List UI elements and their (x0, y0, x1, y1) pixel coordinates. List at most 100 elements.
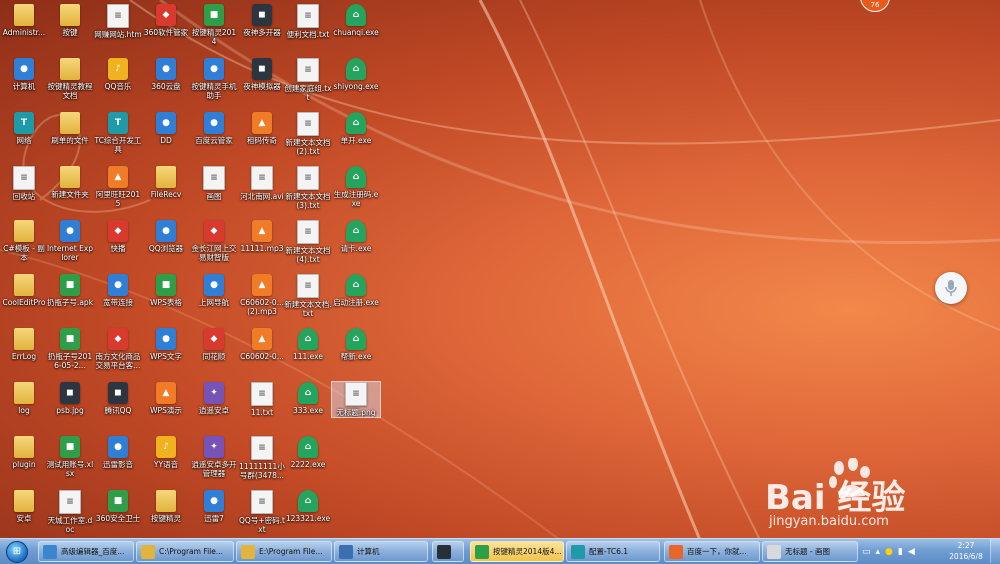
desktop-icon[interactable]: ■ 测试用账号.xlsx (46, 436, 94, 478)
taskbar-clock[interactable]: 2:27 2016/6/8 (946, 540, 986, 563)
desktop-icon[interactable]: ● WPS文字 (142, 328, 190, 361)
desktop-icon[interactable]: ≡ 天城工作室.doc (46, 490, 94, 534)
desktop-icon[interactable]: ◼ 夜神多开器 (238, 4, 286, 37)
desktop-icon[interactable]: 按键 (46, 4, 94, 37)
desktop-icon[interactable]: ♪ QQ音乐 (94, 58, 142, 91)
desktop-icon[interactable]: ✦ 逍遥安卓多开管理器 (190, 436, 238, 478)
desktop-icon[interactable]: ⌂ 启动注册.exe (332, 274, 380, 307)
security-shield-icon[interactable]: ● (885, 547, 893, 557)
desktop-icon[interactable]: ◆ 金长江网上交易财智版 (190, 220, 238, 262)
desktop-icon[interactable]: ● 迅雷影音 (94, 436, 142, 469)
taskbar-button[interactable]: C:\Program File... (136, 541, 234, 562)
network-status-icon[interactable]: ▮ (898, 547, 903, 557)
desktop-icon[interactable]: ≡ 新建文本文档.txt (284, 274, 332, 318)
desktop-icon[interactable]: log (0, 382, 48, 415)
taskbar-button[interactable]: 高级编辑器_百度... (38, 541, 134, 562)
desktop-icon[interactable]: ≡ 画图 (190, 166, 238, 201)
desktop-icon[interactable]: ▲ WPS演示 (142, 382, 190, 415)
desktop-icon[interactable]: ● 360云盘 (142, 58, 190, 91)
desktop-icon[interactable]: ⌂ 333.exe (284, 382, 332, 415)
desktop-icon[interactable]: ≡ 无标题.png (331, 381, 381, 418)
desktop-icon[interactable]: ◆ 360软件管家 (142, 4, 190, 37)
desktop-icon[interactable]: ≡ 河北南网.avi (238, 166, 286, 201)
desktop-icon[interactable]: ■ WPS表格 (142, 274, 190, 307)
desktop-icon[interactable]: ≡ 创建家庭组.txt (284, 58, 332, 102)
desktop-icon[interactable]: ▲ C60602-0...(2).mp3 (238, 274, 286, 316)
desktop-icon[interactable]: ⌂ 生成注册码.exe (332, 166, 380, 208)
desktop-icon[interactable]: ⌂ 2222.exe (284, 436, 332, 469)
desktop-icon[interactable]: ◼ 腾讯QQ (94, 382, 142, 415)
desktop-icon[interactable]: ● Internet Explorer (46, 220, 94, 262)
desktop-icon[interactable]: ≡ 新建文本文档(4).txt (284, 220, 332, 264)
qq-icon: ◼ (108, 382, 128, 404)
taskbar-button[interactable] (432, 541, 464, 562)
desktop-icon[interactable]: ▲ C60602-0... (238, 328, 286, 361)
desktop-icon[interactable]: 新建文件夹 (46, 166, 94, 199)
desktop-icon[interactable]: ▲ 阿里旺旺2015 (94, 166, 142, 208)
desktop-icon[interactable]: ● 按键精灵手机助手 (190, 58, 238, 100)
desktop-icon[interactable]: C#模板 - 副本 (0, 220, 48, 262)
desktop-icon[interactable]: FileRecv (142, 166, 190, 199)
desktop-icon[interactable]: ≡ QQ号+密码.txt (238, 490, 286, 534)
show-desktop-button[interactable] (990, 539, 1000, 563)
taskbar-button[interactable]: 配置-TC6.1 (566, 541, 660, 562)
desktop-icon[interactable]: ≡ 便利文档.txt (284, 4, 332, 39)
desktop-icon[interactable]: T TC综合开发工具 (94, 112, 142, 154)
notification-badge[interactable]: 76 (860, 0, 890, 12)
desktop-icon[interactable]: ● 百度云管家 (190, 112, 238, 145)
desktop-icon-label: 逍遥安卓多开管理器 (191, 460, 237, 478)
desktop-icon[interactable]: ■ 360安全卫士 (94, 490, 142, 523)
desktop-icon[interactable]: 按键精灵教程文档 (46, 58, 94, 100)
taskbar-button[interactable]: 无标题 - 画图 (762, 541, 858, 562)
desktop-icon[interactable]: ≡ 网赚网站.htm (94, 4, 142, 39)
desktop-icon[interactable]: ▲ 租码传奇 (238, 112, 286, 145)
desktop-icon[interactable]: ≡ 新建文本文档(3).txt (284, 166, 332, 210)
desktop-icon[interactable]: ErrLog (0, 328, 48, 361)
desktop-icon[interactable]: CoolEditPro (0, 274, 48, 307)
desktop-icon[interactable]: ⌂ 111.exe (284, 328, 332, 361)
desktop-icon[interactable]: ✦ 逍遥安卓 (190, 382, 238, 415)
desktop-icon[interactable]: ◼ psb.jpg (46, 382, 94, 415)
start-button[interactable]: ⊞ (2, 540, 32, 564)
desktop-icon[interactable]: ⌂ 单开.exe (332, 112, 380, 145)
desktop-icon[interactable]: ● 上网导航 (190, 274, 238, 307)
desktop-icon[interactable]: ● 宽带连接 (94, 274, 142, 307)
desktop-icon[interactable]: plugin (0, 436, 48, 469)
desktop-icon[interactable]: ■ 按键精灵2014 (190, 4, 238, 46)
chevron-up-icon[interactable]: ▴ (876, 547, 881, 557)
microphone-button[interactable] (935, 272, 967, 304)
desktop-icon[interactable]: 刷单的文件 (46, 112, 94, 145)
keyboard-icon[interactable]: ▭ (862, 547, 871, 557)
desktop-icon[interactable]: ≡ 回收站 (0, 166, 48, 201)
desktop-icon[interactable]: ≡ 11111111小号群(3478... (238, 436, 286, 480)
desktop-icon[interactable]: ■ 扔瓶子号.apk (46, 274, 94, 307)
desktop-icon[interactable]: ⌂ 123321.exe (284, 490, 332, 523)
desktop-icon[interactable]: ⌂ shiyong.exe (332, 58, 380, 91)
desktop-icon[interactable]: Administr... (0, 4, 48, 37)
taskbar-button[interactable]: 计算机 (334, 541, 428, 562)
desktop-icon[interactable]: T 网络 (0, 112, 48, 145)
desktop-icon[interactable]: ● QQ浏览器 (142, 220, 190, 253)
desktop-icon[interactable]: ≡ 11.txt (238, 382, 286, 417)
taskbar-button[interactable]: 按键精灵2014版4... (470, 541, 564, 562)
desktop-icon[interactable]: ● 计算机 (0, 58, 48, 91)
desktop-icon[interactable]: ◆ 快播 (94, 220, 142, 253)
volume-icon[interactable]: ◀ (908, 547, 915, 557)
desktop-icon[interactable]: ◆ 同花顺 (190, 328, 238, 361)
desktop-icon[interactable]: ♪ YY语音 (142, 436, 190, 469)
desktop-icon[interactable]: ⌂ chuanqi.exe (332, 4, 380, 37)
taskbar-button[interactable]: 百度一下，你就... (664, 541, 760, 562)
desktop-icon[interactable]: 安卓 (0, 490, 48, 523)
taskbar-button[interactable]: E:\Program File... (236, 541, 332, 562)
desktop-icon[interactable]: ● DD (142, 112, 190, 145)
folder-icon (60, 112, 80, 134)
desktop-icon[interactable]: ◼ 夜神模拟器 (238, 58, 286, 91)
desktop-icon[interactable]: 按键精灵 (142, 490, 190, 523)
desktop-icon[interactable]: ▲ 11111.mp3 (238, 220, 286, 253)
desktop-icon[interactable]: ⌂ 请卡.exe (332, 220, 380, 253)
desktop-icon[interactable]: ≡ 新建文本文档(2).txt (284, 112, 332, 156)
desktop-icon[interactable]: ⌂ 帮新.exe (332, 328, 380, 361)
desktop-icon[interactable]: ◆ 南方文化商品交易平台客... (94, 328, 142, 370)
desktop-icon[interactable]: ■ 扔瓶子号2016-05-2... (46, 328, 94, 370)
desktop-icon[interactable]: ● 迅雷7 (190, 490, 238, 523)
